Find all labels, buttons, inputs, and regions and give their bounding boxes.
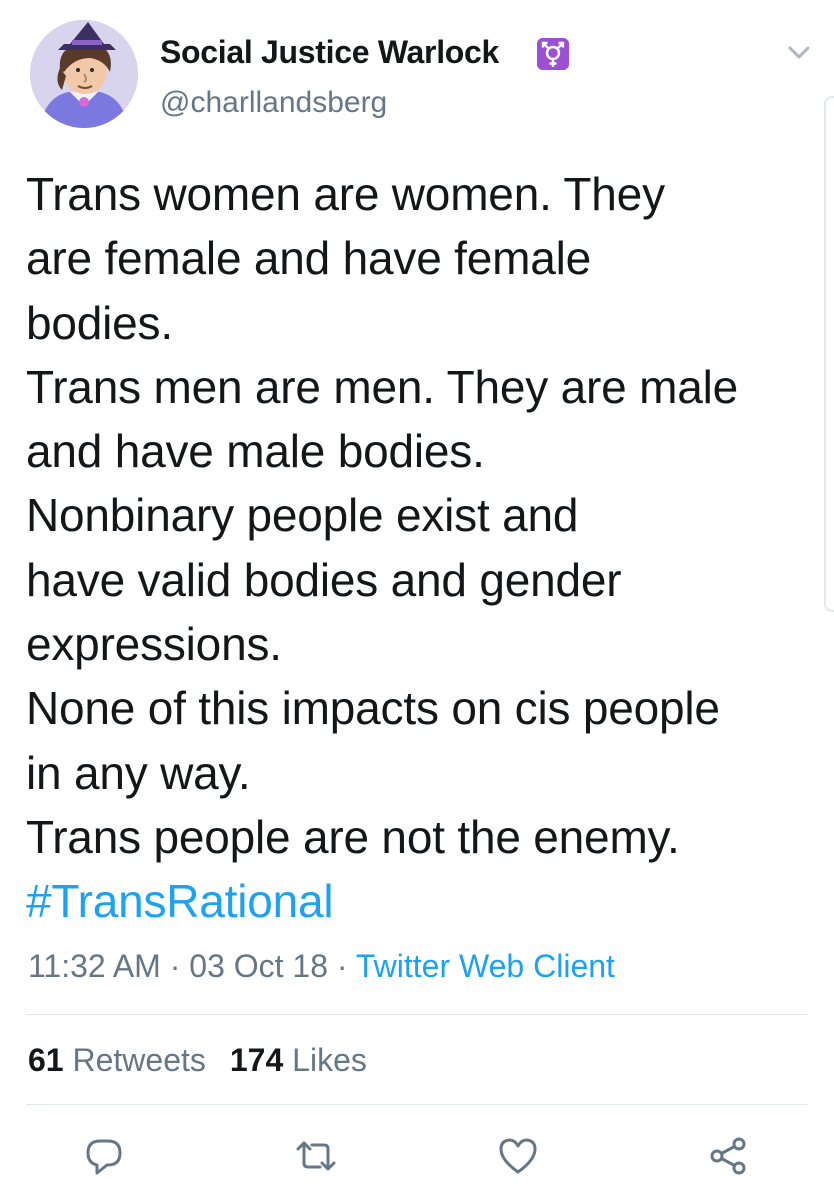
likes-count: 174 xyxy=(229,1042,284,1078)
display-name[interactable]: Social Justice Warlock xyxy=(160,34,499,71)
likes-stat[interactable]: 174 Likes xyxy=(230,1042,367,1078)
user-handle[interactable]: @charllandsberg xyxy=(160,86,387,120)
divider xyxy=(26,1104,808,1105)
tweet-line: Trans people are not the enemy. xyxy=(26,810,680,863)
share-button[interactable] xyxy=(700,1128,756,1184)
avatar[interactable] xyxy=(30,20,138,128)
tweet-line: None of this impacts on cis people xyxy=(26,682,720,735)
tweet-line: bodies. xyxy=(26,296,173,349)
retweet-icon xyxy=(296,1141,336,1171)
hashtag-link[interactable]: #TransRational xyxy=(26,869,826,933)
likes-label: Likes xyxy=(292,1042,367,1078)
reply-icon xyxy=(86,1139,122,1175)
meta-separator: · xyxy=(328,948,356,984)
tweet-time[interactable]: 11:32 AM xyxy=(28,948,161,984)
retweets-stat[interactable]: 61 Retweets xyxy=(28,1042,206,1078)
tweet-line: Trans women are women. They xyxy=(26,168,665,220)
tweet-source-link[interactable]: Twitter Web Client xyxy=(356,948,615,984)
like-button[interactable] xyxy=(490,1128,546,1184)
tweet-date[interactable]: 03 Oct 18 xyxy=(189,948,328,984)
meta-separator: · xyxy=(160,948,190,984)
tweet-line: are female and have female xyxy=(26,232,592,285)
action-bar xyxy=(0,1128,834,1184)
tweet-line: Trans men are men. They are male xyxy=(26,360,739,413)
tweet-line: have valid bodies and gender xyxy=(26,553,622,606)
tweet-line: expressions. xyxy=(26,618,282,671)
transgender-symbol-icon xyxy=(537,38,569,70)
tweet-meta: 11:32 AM · 03 Oct 18 · Twitter Web Clien… xyxy=(28,948,615,985)
retweets-label: Retweets xyxy=(72,1042,206,1078)
tweet-line: in any way. xyxy=(26,746,251,799)
tweet-card: Social Justice Warlock @charllandsberg T… xyxy=(0,0,834,1200)
retweet-button[interactable] xyxy=(288,1128,344,1184)
divider xyxy=(26,1014,808,1015)
tweet-line: and have male bodies. xyxy=(26,425,485,478)
warlock-avatar-image xyxy=(30,20,138,128)
tweet-line: Nonbinary people exist and xyxy=(26,489,579,542)
retweets-count: 61 xyxy=(28,1042,64,1078)
chevron-down-icon[interactable] xyxy=(784,40,814,64)
tweet-text: Trans women are women. They are female a… xyxy=(26,162,826,934)
like-icon xyxy=(499,1138,537,1174)
reply-button[interactable] xyxy=(76,1128,132,1184)
tweet-stats: 61 Retweets 174 Likes xyxy=(28,1042,367,1079)
share-icon xyxy=(710,1137,746,1175)
